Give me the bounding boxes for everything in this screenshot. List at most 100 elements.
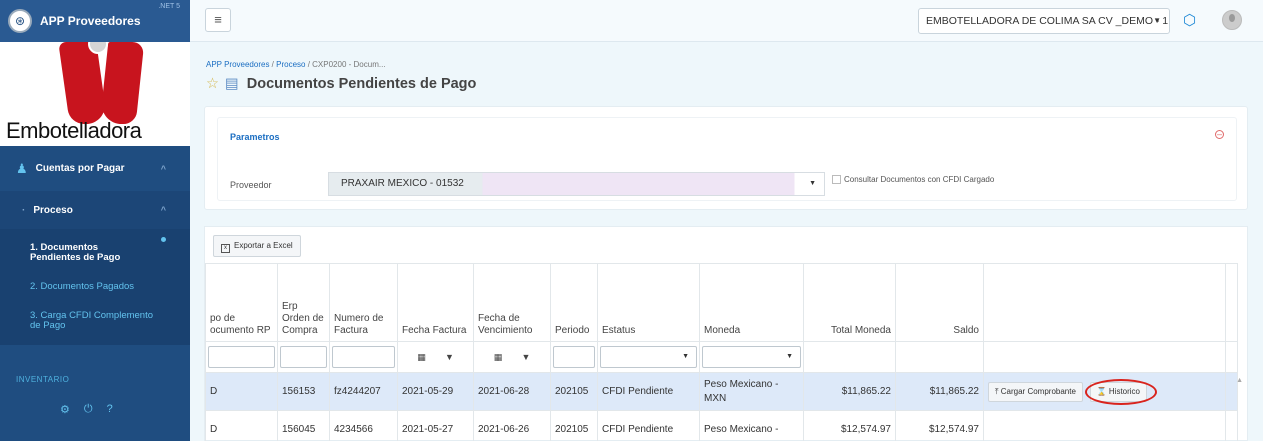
- caret-down-icon: ▼: [1153, 16, 1161, 25]
- filter-cell: [895, 341, 984, 373]
- settings-icon[interactable]: ⚙: [60, 403, 70, 416]
- breadcrumb-root[interactable]: APP Proveedores: [206, 60, 269, 69]
- header-moneda[interactable]: Moneda: [699, 263, 804, 342]
- cell-actions: [983, 410, 1226, 441]
- filter-icon[interactable]: ▼: [517, 348, 535, 366]
- menu-subsection-label: Proceso: [33, 204, 73, 216]
- power-icon[interactable]: ⏻: [84, 403, 93, 416]
- sidebar-brand[interactable]: ⊛ APP Proveedores .NET 5: [0, 0, 190, 42]
- table-row[interactable]: D 156153 fz4244207 2021-05-29 2021-06-28…: [205, 372, 1238, 411]
- menu-item-carga-cfdi[interactable]: 3. Carga CFDI Complemento de Pago: [0, 303, 190, 343]
- filter-periodo-input[interactable]: [553, 346, 595, 368]
- filter-orden-input[interactable]: [280, 346, 327, 368]
- cell-total: $11,865.22: [803, 372, 896, 411]
- cell-factura: fz4244207: [329, 372, 398, 411]
- menu-item-documentos-pagados[interactable]: 2. Documentos Pagados: [0, 273, 190, 303]
- menu-item-documentos-pendientes[interactable]: 1. Documentos Pendientes de Pago: [0, 229, 190, 273]
- menu-section-label: Cuentas por Pagar: [35, 163, 125, 174]
- star-icon[interactable]: ☆: [206, 76, 219, 92]
- table-row[interactable]: D 156045 4234566 2021-05-27 2021-06-26 2…: [205, 410, 1238, 441]
- cfdi-cargado-label: Consultar Documentos con CFDI Cargado: [844, 175, 995, 184]
- filter-cell: [205, 341, 278, 373]
- header-orden-compra[interactable]: Erp Orden de Compra: [277, 263, 330, 342]
- menu-item-label: 2. Documentos Pagados: [30, 281, 135, 292]
- cfdi-cargado-checkbox[interactable]: [832, 175, 841, 184]
- company-logo: Embotelladora: [0, 42, 190, 146]
- document-icon: ▤: [225, 76, 239, 92]
- help-icon[interactable]: ?: [107, 403, 113, 416]
- filter-cell: ▼: [699, 341, 804, 373]
- filter-cell: [983, 341, 1226, 373]
- header-fecha-vencimiento[interactable]: Fecha de Vencimiento: [473, 263, 551, 342]
- cargar-comprobante-button[interactable]: ⤒ Cargar Comprobante: [988, 381, 1083, 402]
- topbar: ≡ EMBOTELLADORA DE COLIMA SA CV _DEMO - …: [190, 0, 1263, 42]
- app-logo-icon: ⊛: [8, 9, 32, 33]
- filter-cell: [803, 341, 896, 373]
- breadcrumb-current: CXP0200 - Docum...: [312, 60, 386, 69]
- header-estatus[interactable]: Estatus: [597, 263, 700, 342]
- table-header-row: po de ocumento RP Erp Orden de Compra Nu…: [205, 263, 1238, 342]
- breadcrumb-proceso[interactable]: Proceso: [276, 60, 305, 69]
- hamburger-menu-button[interactable]: ≡: [205, 8, 231, 32]
- cell-actions: ⤒ Cargar Comprobante ⌛ Historico: [983, 372, 1226, 411]
- export-excel-button[interactable]: x Exportar a Excel: [213, 235, 301, 257]
- filter-moneda-select[interactable]: ▼: [702, 346, 801, 368]
- filter-tipo-input[interactable]: [208, 346, 275, 368]
- cube-icon[interactable]: ⬡: [1183, 11, 1196, 29]
- filter-vence: ▦ ▼: [476, 346, 548, 368]
- export-excel-label: Exportar a Excel: [234, 241, 293, 250]
- proveedor-label: Proveedor: [230, 180, 272, 190]
- scroll-up-icon[interactable]: ▲: [1236, 377, 1243, 384]
- cell-estatus: CFDI Pendiente: [597, 372, 700, 411]
- calendar-icon[interactable]: ▦: [413, 348, 431, 366]
- header-saldo[interactable]: Saldo: [895, 263, 984, 342]
- logo-shape-right: [99, 42, 145, 124]
- logo-shape-left: [58, 42, 108, 124]
- filter-factura-input[interactable]: [332, 346, 395, 368]
- header-periodo[interactable]: Periodo: [550, 263, 598, 342]
- cell-scroll: [1225, 410, 1238, 441]
- highlight-oval: [1084, 378, 1157, 405]
- header-tipo-documento[interactable]: po de ocumento RP: [205, 263, 278, 342]
- filter-icon[interactable]: ▼: [441, 348, 459, 366]
- filter-cell: ▦ ▼: [397, 341, 474, 373]
- header-scroll: [1225, 263, 1238, 342]
- user-avatar[interactable]: [1222, 10, 1242, 30]
- sidebar-footer-icons: ⚙ ⏻ ?: [0, 395, 190, 416]
- menu-item-label: 3. Carga CFDI Complemento de Pago: [30, 310, 154, 331]
- company-select[interactable]: EMBOTELLADORA DE COLIMA SA CV _DEMO - 1 …: [918, 8, 1170, 34]
- historico-button[interactable]: ⌛ Historico: [1084, 378, 1157, 405]
- header-total-moneda[interactable]: Total Moneda: [803, 263, 896, 342]
- caret-down-icon: ▼: [786, 353, 793, 360]
- cell-moneda: Peso Mexicano -: [699, 410, 804, 441]
- parameters-panel: Parametros – Proveedor PRAXAIR MEXICO - …: [217, 117, 1237, 201]
- collapse-icon[interactable]: –: [1215, 130, 1224, 139]
- cell-saldo: $12,574.97: [895, 410, 984, 441]
- filter-cell: [329, 341, 398, 373]
- cell-saldo: $11,865.22: [895, 372, 984, 411]
- menu-section-cuentas-por-pagar[interactable]: ♟ Cuentas por Pagar ^: [0, 146, 190, 191]
- proveedor-select[interactable]: PRAXAIR MEXICO - 01532 ▼: [328, 172, 825, 196]
- filter-cell: [277, 341, 330, 373]
- bullet-icon: ·: [22, 204, 26, 216]
- header-actions: [983, 263, 1226, 342]
- cell-orden: 156153: [277, 372, 330, 411]
- cell-periodo: 202105: [550, 410, 598, 441]
- chevron-up-icon: ^: [160, 163, 166, 174]
- table-filter-row: ▦ ▼ ▦ ▼ ▼ ▼: [205, 341, 1238, 373]
- excel-icon: x: [221, 244, 230, 253]
- sidebar: ⊛ APP Proveedores .NET 5 Embotelladora ♟…: [0, 0, 190, 441]
- calendar-icon[interactable]: ▦: [489, 348, 507, 366]
- cell-tipo: D: [205, 410, 278, 441]
- logo-word: Embotelladora: [6, 118, 142, 143]
- cell-vence: 2021-06-28: [473, 372, 551, 411]
- filter-cell: ▦ ▼: [473, 341, 551, 373]
- filter-estatus-select[interactable]: ▼: [600, 346, 697, 368]
- header-fecha-factura[interactable]: Fecha Factura: [397, 263, 474, 342]
- cargar-comprobante-label: Cargar Comprobante: [1000, 386, 1076, 396]
- cell-periodo: 202105: [550, 372, 598, 411]
- menu-subsection-proceso[interactable]: · Proceso ^: [0, 191, 190, 229]
- header-numero-factura[interactable]: Numero de Factura: [329, 263, 398, 342]
- filter-fecha: ▦ ▼: [400, 346, 471, 368]
- menu-section-inventario[interactable]: INVENTARIO: [0, 345, 190, 395]
